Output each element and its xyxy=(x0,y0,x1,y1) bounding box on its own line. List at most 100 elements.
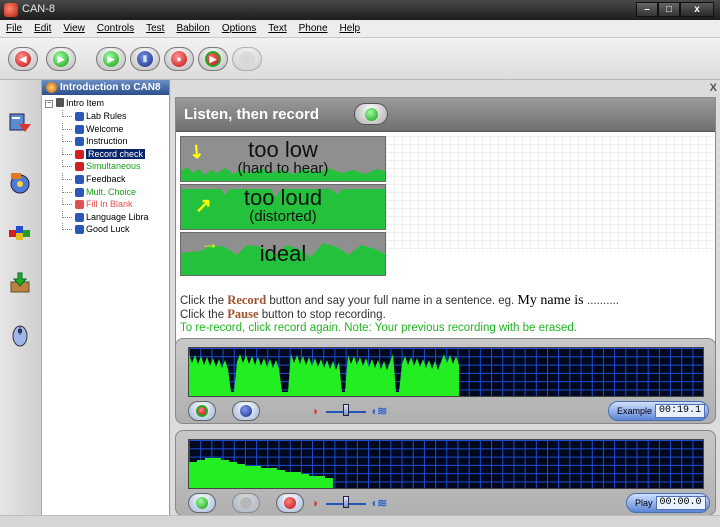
toolbar: ◀ ▶ ▶ Ⅱ ● ▶ ◌ xyxy=(0,38,720,80)
tree-connector xyxy=(62,122,72,130)
volume-slider-thumb[interactable] xyxy=(343,496,349,508)
tree-header: Introduction to CAN8 xyxy=(42,80,169,95)
pause-button[interactable]: Ⅱ xyxy=(130,47,160,71)
tree-item[interactable]: Good Luck xyxy=(42,223,169,236)
person-icon xyxy=(75,212,84,222)
student-waveform-trace xyxy=(189,458,333,488)
lesson-tree: − Intro Item Lab Rules Welcome Instruction… xyxy=(42,95,169,236)
tree-item[interactable]: Feedback xyxy=(42,172,169,186)
text: button and say your full name in a sente… xyxy=(266,295,518,307)
tree-item[interactable]: Language Libra xyxy=(42,210,169,224)
maximize-button[interactable]: □ xyxy=(658,2,680,17)
instruction-line-3: To re-record, click record again. Note: … xyxy=(180,322,577,334)
speech-bubble-button[interactable]: ◌ xyxy=(232,47,262,71)
example-dots: .......... xyxy=(587,295,619,307)
tree-root-label: Intro Item xyxy=(66,98,105,108)
speech-bubble-icon: ◌ xyxy=(239,51,255,67)
window-title: CAN-8 xyxy=(22,3,56,15)
tree-item[interactable]: Fill In Blank xyxy=(42,198,169,211)
pause-button[interactable] xyxy=(232,401,260,421)
menu-file[interactable]: File xyxy=(6,23,22,34)
example-timer[interactable]: Example 00:19.1 xyxy=(608,401,710,421)
menu-phone[interactable]: Phone xyxy=(299,23,328,34)
person-icon xyxy=(75,124,84,134)
window-controls: – □ x xyxy=(636,2,714,18)
tree-connector xyxy=(62,147,72,155)
question-icon xyxy=(75,200,84,210)
play-button[interactable]: ▶ xyxy=(96,47,126,71)
pause-button[interactable] xyxy=(232,493,260,513)
tree-item[interactable]: Mult. Choice xyxy=(42,185,169,199)
tree-item[interactable]: Simultaneous xyxy=(42,160,169,173)
tree-item-label: Good Luck xyxy=(86,224,130,235)
download-icon[interactable] xyxy=(7,270,33,296)
tree-item[interactable]: Welcome xyxy=(42,122,169,136)
person-icon xyxy=(75,225,84,235)
menu-test[interactable]: Test xyxy=(146,23,164,34)
media-icon[interactable] xyxy=(7,170,33,196)
volume-high-icon: ◖≋ xyxy=(370,496,388,510)
illustration-ideal: → ideal xyxy=(180,232,386,276)
record-compare-button[interactable] xyxy=(188,401,216,421)
back-button[interactable]: ◀ xyxy=(8,47,38,71)
menu-text[interactable]: Text xyxy=(268,23,286,34)
menu-babilon[interactable]: Babilon xyxy=(176,23,209,34)
illustration-label: too low xyxy=(248,137,318,162)
pause-icon: Ⅱ xyxy=(137,51,153,67)
close-lesson-button[interactable]: X xyxy=(710,82,717,94)
menu-edit[interactable]: Edit xyxy=(34,23,51,34)
tree-item[interactable]: Lab Rules xyxy=(42,110,169,123)
forward-button[interactable]: ▶ xyxy=(46,47,76,71)
lesson-frame: Listen, then record ↘ too low (hard to h… xyxy=(175,97,716,353)
tree-connector xyxy=(62,198,72,206)
mouse-icon[interactable] xyxy=(7,322,33,348)
volume-low-icon: ◗ xyxy=(312,404,320,418)
title-bar: CAN-8 – □ x xyxy=(0,0,720,20)
record-icon xyxy=(75,149,84,159)
arrows-icon xyxy=(75,162,84,172)
tree-item[interactable]: Instruction xyxy=(42,135,169,148)
pause-keyword: Pause xyxy=(227,307,259,321)
play-icon: ▶ xyxy=(103,51,119,67)
collapse-icon[interactable]: − xyxy=(45,100,53,108)
example-sentence: My name is xyxy=(517,293,588,308)
tree-connector xyxy=(62,160,72,168)
status-bar xyxy=(0,515,720,527)
menu-controls[interactable]: Controls xyxy=(97,23,134,34)
timer-value: 00:19.1 xyxy=(655,404,706,418)
play-button[interactable] xyxy=(188,493,216,513)
pause-icon xyxy=(240,497,252,509)
menu-options[interactable]: Options xyxy=(222,23,256,34)
menu-view[interactable]: View xyxy=(63,23,85,34)
play-icon xyxy=(196,497,208,509)
tree-item[interactable]: Record check xyxy=(42,147,169,161)
minimize-button[interactable]: – xyxy=(636,2,658,17)
lesson-icon[interactable] xyxy=(7,110,33,136)
tree-root[interactable]: − Intro Item xyxy=(42,97,169,110)
illustration-sublabel: (distorted) xyxy=(249,208,317,225)
instruction-line-2: Click the Pause button to stop recording… xyxy=(180,308,714,322)
close-button[interactable]: x xyxy=(680,2,714,17)
banner-play-button[interactable] xyxy=(354,103,388,125)
tree-item-label: Mult. Choice xyxy=(86,186,137,197)
text: Click the xyxy=(180,309,228,321)
blocks-icon[interactable] xyxy=(7,220,33,246)
tree-connector xyxy=(62,210,72,218)
menu-bar: File Edit View Controls Test Babilon Opt… xyxy=(0,20,720,38)
record-compare-icon xyxy=(196,405,208,417)
play-timer[interactable]: Play 00:00.0 xyxy=(626,493,710,513)
timer-value: 00:00.0 xyxy=(655,496,706,510)
record-button[interactable]: ● xyxy=(164,47,194,71)
tree-header-title: Introduction to CAN8 xyxy=(60,82,161,93)
volume-slider-thumb[interactable] xyxy=(343,404,349,416)
record-button[interactable] xyxy=(276,493,304,513)
record-icon: ● xyxy=(171,51,187,67)
play-icon xyxy=(365,108,378,121)
instruction-line-1: Click the Record button and say your ful… xyxy=(180,294,714,308)
menu-help[interactable]: Help xyxy=(340,23,361,34)
text: Click the xyxy=(180,295,228,307)
tree-items: Lab Rules Welcome Instruction Record check S… xyxy=(42,110,169,236)
model-recorder-controls: ◗ ◖≋ Example 00:19.1 xyxy=(188,401,710,423)
tree-connector xyxy=(62,110,72,117)
record-compare-button[interactable]: ▶ xyxy=(198,47,228,71)
